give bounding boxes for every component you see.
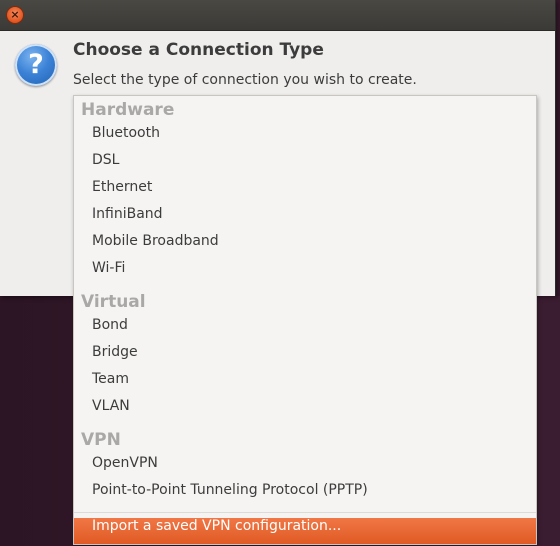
- question-icon: ?: [15, 44, 57, 86]
- section-heading-vpn: VPN: [81, 430, 121, 450]
- menu-item-import-vpn[interactable]: Import a saved VPN configuration...: [74, 518, 536, 544]
- menu-item-team[interactable]: Team: [74, 371, 536, 397]
- close-button[interactable]: ×: [7, 7, 23, 23]
- menu-item-infiniband[interactable]: InfiniBand: [74, 206, 536, 232]
- title-bar: ×: [0, 0, 555, 31]
- dialog-subtitle: Select the type of connection you wish t…: [73, 72, 417, 88]
- menu-separator: [74, 512, 536, 513]
- screen: × ? Choose a Connection Type Select the …: [0, 0, 560, 546]
- menu-item-bond[interactable]: Bond: [74, 317, 536, 343]
- menu-item-mobile-broadband[interactable]: Mobile Broadband: [74, 233, 536, 259]
- section-heading-hardware: Hardware: [81, 100, 175, 120]
- menu-item-vlan[interactable]: VLAN: [74, 398, 536, 424]
- connection-type-menu: Hardware Bluetooth DSL Ethernet InfiniBa…: [73, 95, 537, 545]
- menu-item-openvpn[interactable]: OpenVPN: [74, 455, 536, 481]
- menu-item-bridge[interactable]: Bridge: [74, 344, 536, 370]
- menu-item-wifi[interactable]: Wi-Fi: [74, 260, 536, 286]
- dialog-title: Choose a Connection Type: [73, 40, 324, 60]
- menu-item-ethernet[interactable]: Ethernet: [74, 179, 536, 205]
- section-heading-virtual: Virtual: [81, 292, 146, 312]
- menu-item-pptp[interactable]: Point-to-Point Tunneling Protocol (PPTP): [74, 482, 536, 508]
- menu-item-dsl[interactable]: DSL: [74, 152, 536, 178]
- menu-item-bluetooth[interactable]: Bluetooth: [74, 125, 536, 151]
